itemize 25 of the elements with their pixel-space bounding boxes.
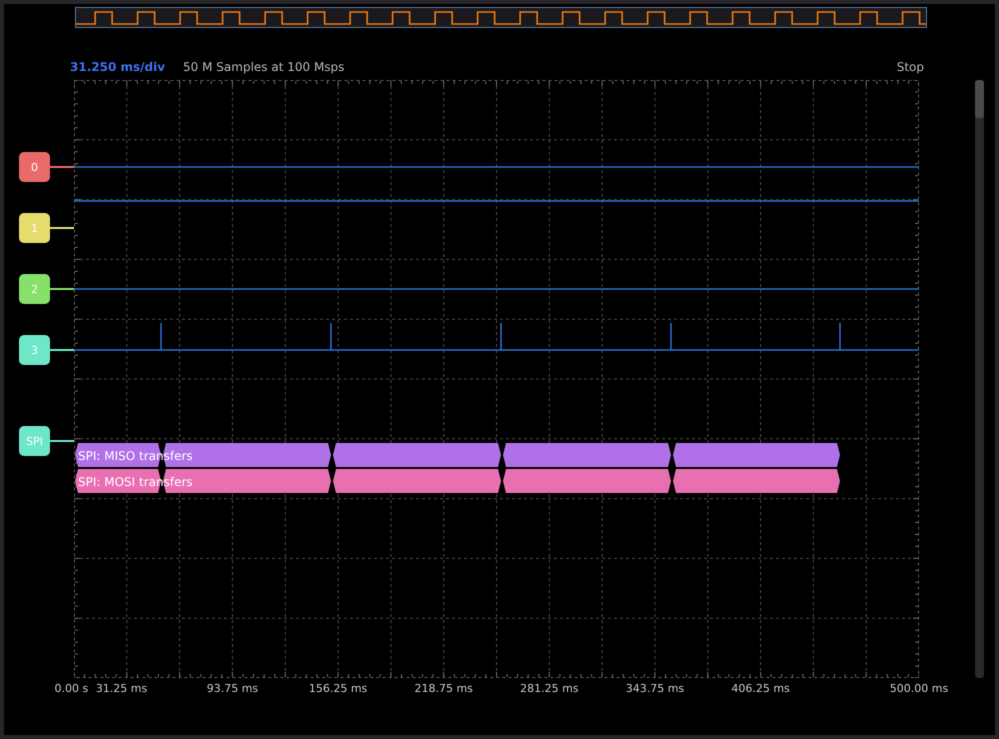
channel-connector	[50, 227, 74, 229]
time-tick-label: 500.00 ms	[890, 682, 948, 695]
timebase-label: 31.250 ms/div	[70, 60, 166, 74]
time-tick-label: 406.25 ms	[731, 682, 790, 695]
time-tick-label: 281.25 ms	[520, 682, 579, 695]
channel-label[interactable]: 0	[19, 152, 50, 182]
overview-strip[interactable]	[75, 7, 927, 28]
time-tick-label: 0.00 s	[54, 682, 88, 695]
channel-label[interactable]: 2	[19, 274, 50, 304]
channel-connector	[50, 166, 74, 168]
sample-info: 50 M Samples at 100 Msps	[183, 60, 346, 74]
capture-status: Stop	[896, 60, 924, 74]
time-tick-label: 218.75 ms	[414, 682, 473, 695]
time-tick-label: 31.25 ms	[96, 682, 148, 695]
time-tick-label: 93.75 ms	[206, 682, 258, 695]
channel-connector	[50, 349, 74, 351]
scrollbar-thumb[interactable]	[975, 80, 984, 118]
channel-label[interactable]: 3	[19, 335, 50, 365]
scrollbar[interactable]	[975, 80, 984, 678]
channel-label[interactable]: 1	[19, 213, 50, 243]
time-tick-label: 343.75 ms	[626, 682, 684, 695]
channel-label[interactable]: SPI	[19, 426, 50, 456]
channel-connector	[50, 288, 74, 290]
channel-connector	[50, 440, 74, 442]
time-tick-label: 156.25 ms	[308, 682, 368, 695]
